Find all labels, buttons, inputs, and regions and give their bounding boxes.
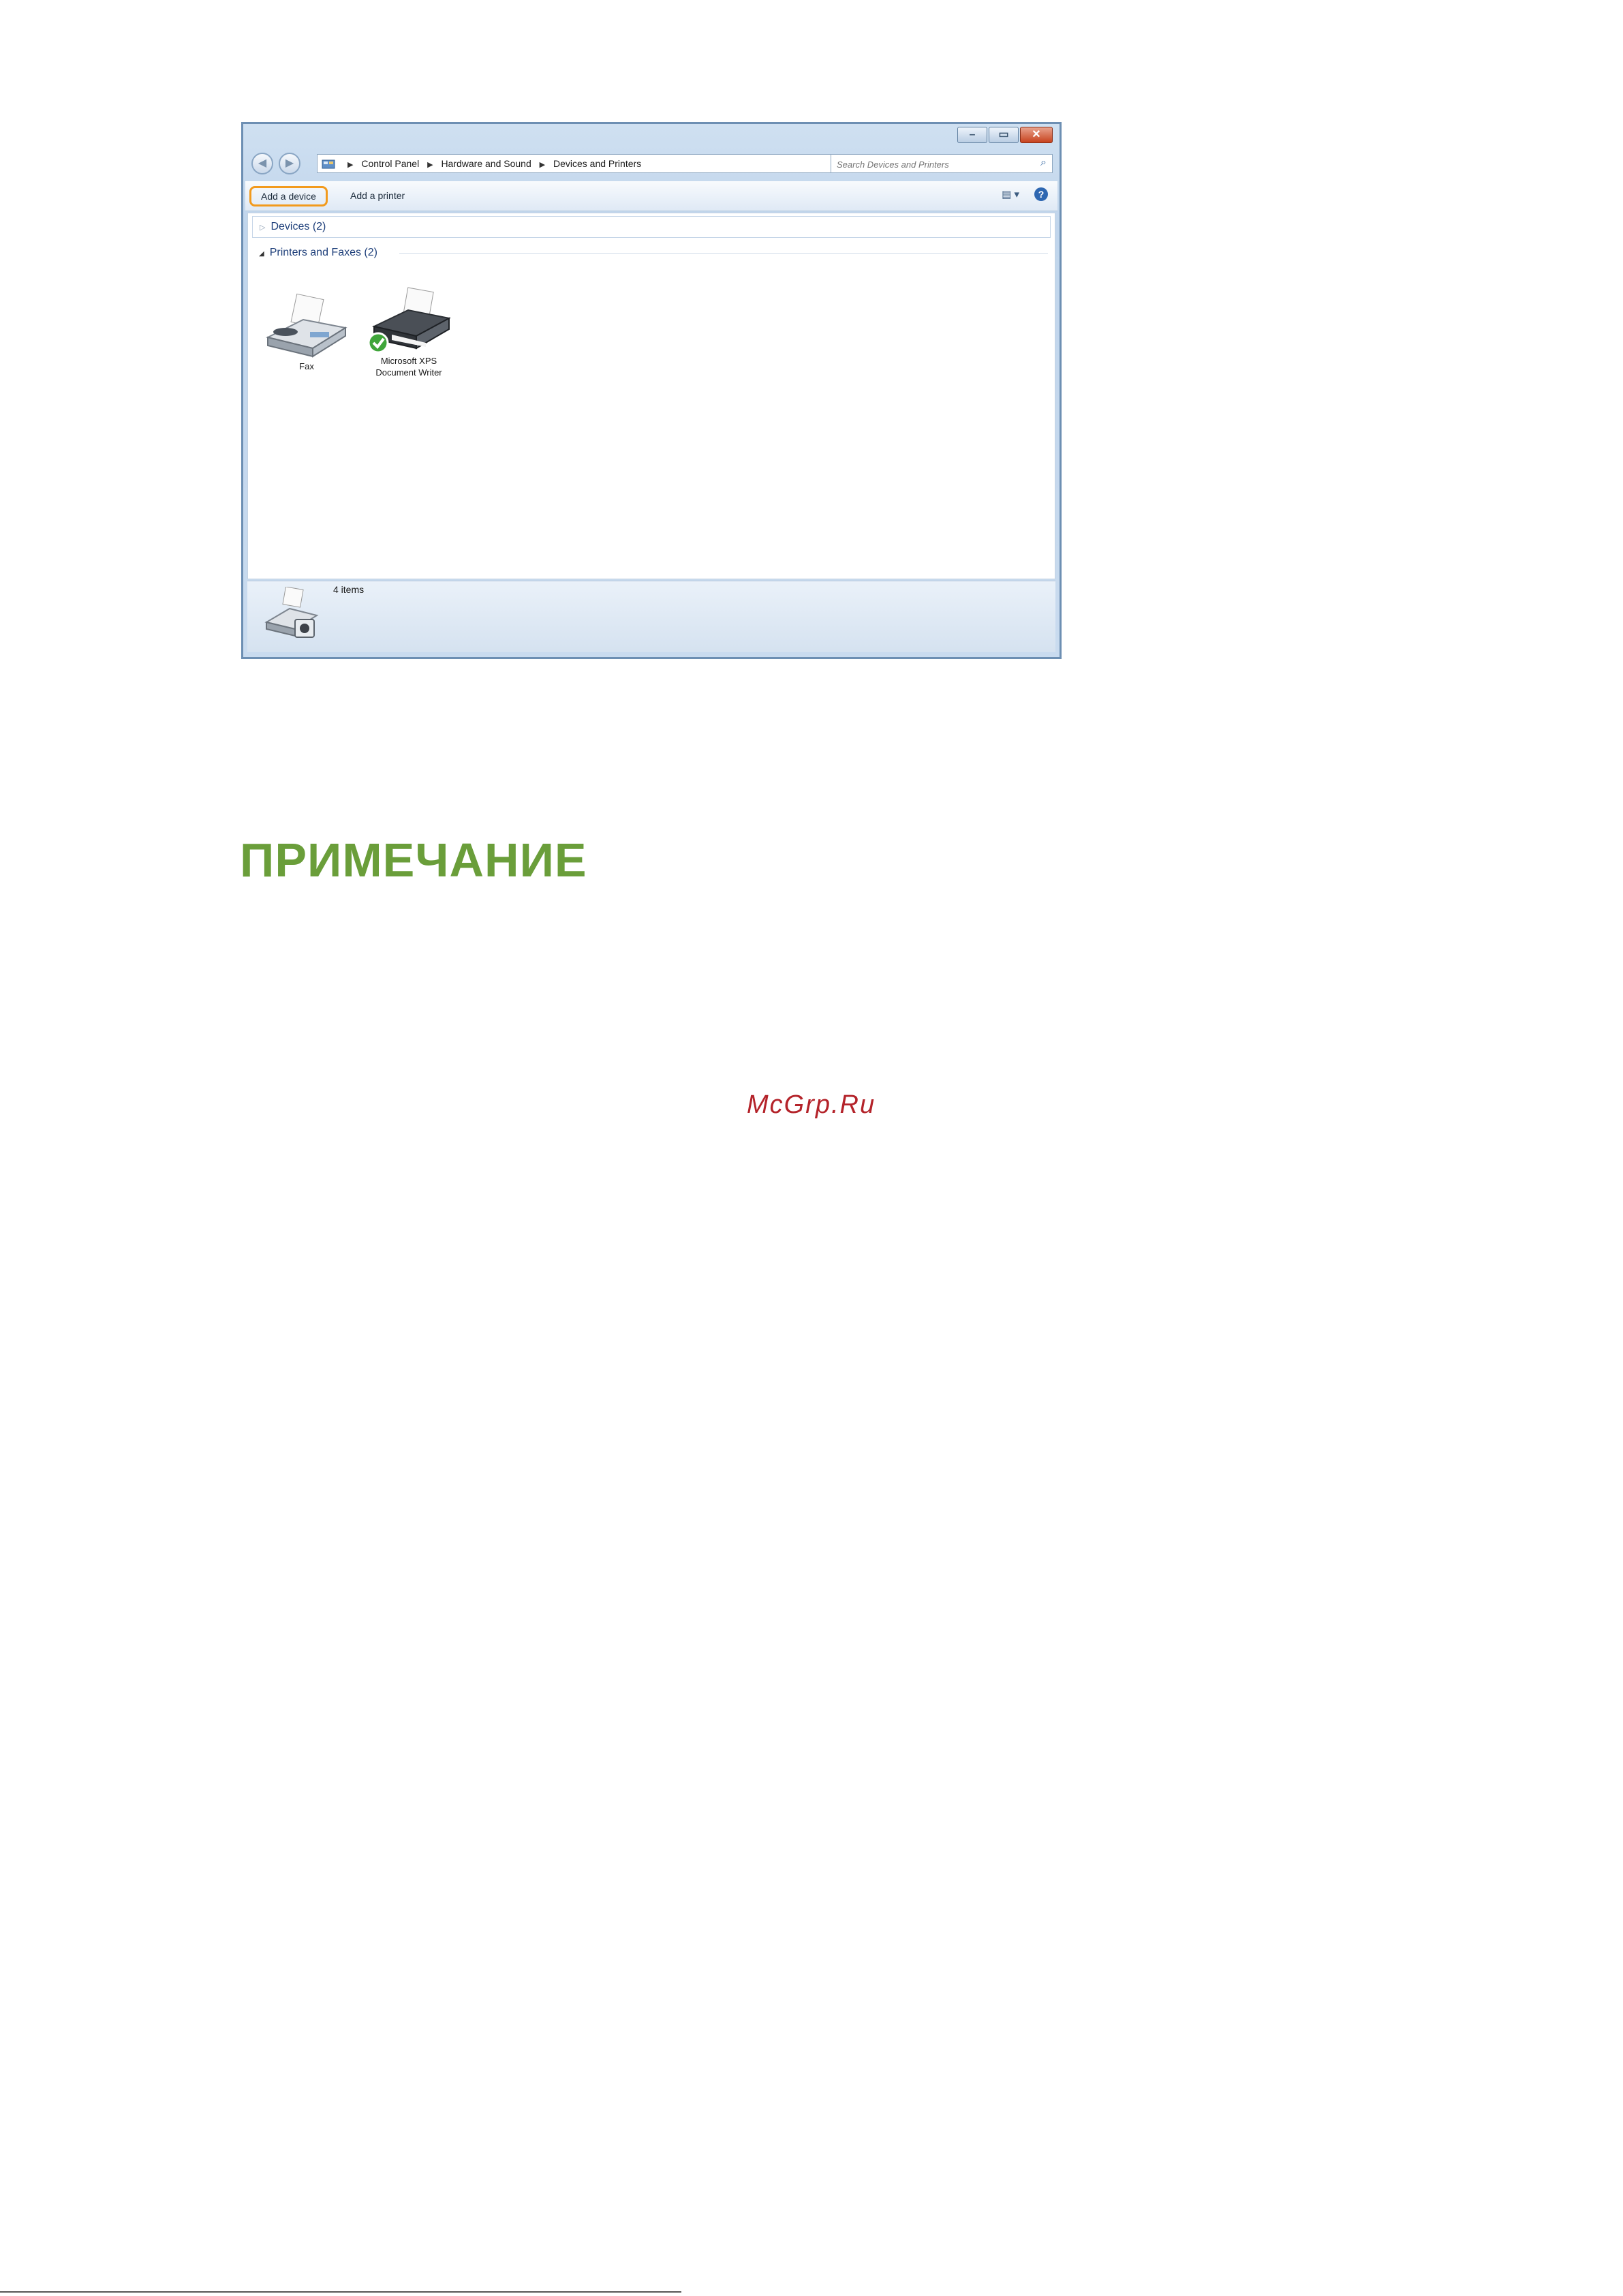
xps-label-line1: Microsoft XPS — [380, 356, 437, 366]
maximize-icon: ▭ — [998, 129, 1009, 140]
collapse-arrow-icon: ◢ — [259, 250, 264, 258]
breadcrumb-hardware-and-sound[interactable]: Hardware and Sound — [441, 158, 531, 169]
close-button[interactable]: ✕ — [1020, 127, 1053, 143]
breadcrumb-separator-icon: ▶ — [347, 161, 354, 169]
fax-label: Fax — [299, 361, 314, 371]
fax-device[interactable]: Fax — [259, 292, 354, 372]
forward-arrow-icon: ▶ — [285, 157, 294, 169]
maximize-button[interactable]: ▭ — [989, 127, 1019, 143]
help-icon[interactable]: ? — [1034, 187, 1048, 201]
devices-content-pane: ▷ Devices (2) ◢ Printers and Faxes (2) Fax — [247, 213, 1055, 579]
xps-label-line2: Document Writer — [375, 367, 442, 378]
devices-group-header[interactable]: ▷ Devices (2) — [252, 216, 1051, 238]
minimize-button[interactable]: – — [957, 127, 987, 143]
devices-and-printers-icon — [264, 587, 319, 638]
item-count: 4 items — [333, 584, 365, 595]
default-printer-check-icon — [367, 332, 389, 354]
breadcrumb-separator-icon: ▶ — [539, 161, 546, 169]
address-row: ◀ ▶ ▶ Control Panel ▶ Hardware and Sound… — [247, 151, 1055, 177]
details-pane: 4 items — [247, 581, 1055, 652]
watermark-text: McGrp.Ru — [747, 1090, 876, 1119]
command-bar: Add a device Add a printer ▤ ▾ ? — [245, 181, 1057, 211]
search-icon[interactable]: ⌕ — [1040, 157, 1047, 169]
minimize-icon: – — [969, 129, 976, 140]
note-heading: ПРИМЕЧАНИЕ — [240, 833, 587, 887]
close-icon: ✕ — [1032, 129, 1041, 140]
group-divider — [399, 253, 1048, 254]
change-view-icon[interactable]: ▤ ▾ — [1002, 188, 1019, 200]
search-input[interactable] — [831, 155, 1022, 174]
back-button[interactable]: ◀ — [251, 153, 273, 174]
printers-group-label: Printers and Faxes (2) — [269, 247, 377, 258]
footer-divider — [0, 2291, 681, 2293]
devices-group-label: Devices (2) — [270, 221, 326, 232]
search-box: ⌕ — [831, 154, 1053, 174]
breadcrumb-separator-icon: ▶ — [427, 161, 433, 169]
devices-and-printers-window: – ▭ ✕ ◀ ▶ ▶ Control Panel ▶ Hardware and… — [241, 122, 1062, 659]
back-arrow-icon: ◀ — [258, 157, 267, 169]
expand-arrow-icon: ▷ — [260, 224, 266, 232]
control-panel-icon — [322, 159, 335, 169]
fax-icon — [266, 293, 347, 358]
title-bar: – ▭ ✕ — [243, 124, 1060, 147]
add-device-button[interactable]: Add a device — [249, 186, 328, 206]
breadcrumb-control-panel[interactable]: Control Panel — [361, 158, 419, 169]
breadcrumb-devices-and-printers[interactable]: Devices and Printers — [553, 158, 641, 169]
printer-icon — [367, 287, 451, 354]
add-printer-button[interactable]: Add a printer — [341, 186, 414, 206]
forward-button[interactable]: ▶ — [279, 153, 300, 174]
xps-document-writer-device[interactable]: Microsoft XPS Document Writer — [361, 287, 457, 378]
